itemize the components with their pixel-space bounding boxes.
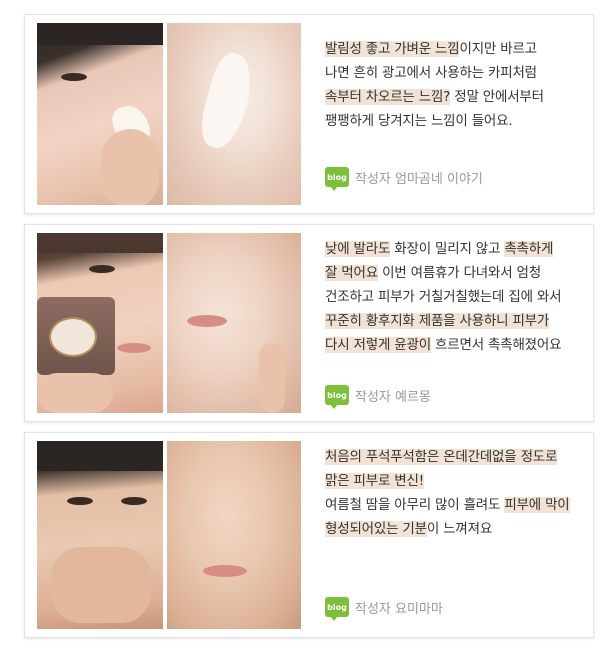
review-photo-skin [167, 23, 301, 205]
highlighted-text: 낮에 발라도 [325, 241, 391, 257]
review-text-span: 정말 안에서부터 [450, 89, 544, 105]
review-text-span: 이지만 바르고 [459, 41, 537, 57]
review-line: 다시 저렇게 윤광이 흐르면서 촉촉해졌어요 [325, 333, 583, 357]
review-line: 건조하고 피부가 거칠거칠했는데 집에 와서 [325, 285, 583, 309]
review-line: 여름철 땀을 아무리 많이 흘려도 피부에 막이 [325, 493, 583, 517]
review-text-span: 건조하고 피부가 거칠거칠했는데 집에 와서 [325, 289, 562, 305]
review-line: 발림성 좋고 가벼운 느낌이지만 바르고 [325, 37, 583, 61]
review-line: 낮에 발라도 화장이 밀리지 않고 촉촉하게 [325, 237, 583, 261]
review-text: 처음의 푸석푸석함은 온데간데없을 정도로 맑은 피부로 변신! 여름철 땀을 … [325, 445, 583, 541]
review-line: 처음의 푸석푸석함은 온데간데없을 정도로 [325, 445, 583, 469]
highlighted-text: 맑은 피부로 변신! [325, 473, 424, 489]
review-text-span: 팽팽하게 당겨지는 느낌이 들어요. [325, 113, 513, 129]
blog-icon: blog [325, 385, 349, 409]
highlighted-text: 다시 저렇게 윤광이 [325, 337, 431, 353]
review-text: 낮에 발라도 화장이 밀리지 않고 촉촉하게 잘 먹어요 이번 여름휴가 다녀와… [325, 237, 583, 357]
highlighted-text: 잘 먹어요 [325, 265, 378, 281]
review-card: 낮에 발라도 화장이 밀리지 않고 촉촉하게 잘 먹어요 이번 여름휴가 다녀와… [24, 224, 594, 422]
review-line: 맑은 피부로 변신! [325, 469, 583, 493]
blog-author[interactable]: blog 작성자 예르몽 [325, 385, 431, 409]
review-line: 꾸준히 황후지화 제품을 사용하니 피부가 [325, 309, 583, 333]
highlighted-text: 속부터 차오르는 느낌? [325, 89, 451, 105]
review-photo-face [37, 441, 163, 629]
review-photo-skin [167, 441, 301, 629]
review-text-span: 이 느껴져요 [426, 521, 493, 537]
author-name: 작성자 엄마곰네 이야기 [355, 171, 483, 187]
review-line: 잘 먹어요 이번 여름휴가 다녀와서 엄청 [325, 261, 583, 285]
review-card: 처음의 푸석푸석함은 온데간데없을 정도로 맑은 피부로 변신! 여름철 땀을 … [24, 432, 594, 638]
review-line: 나면 흔히 광고에서 사용하는 카피처럼 [325, 61, 583, 85]
review-photo-face [37, 233, 163, 413]
blog-icon: blog [325, 597, 349, 621]
review-card: 발림성 좋고 가벼운 느낌이지만 바르고 나면 흔히 광고에서 사용하는 카피처… [24, 14, 594, 214]
highlighted-text: 처음의 푸석푸석함은 온데간데없을 정도로 [325, 449, 558, 465]
blog-icon: blog [325, 167, 349, 191]
review-text-span: 여름철 땀을 아무리 많이 흘려도 [325, 497, 505, 513]
review-text-span: 이번 여름휴가 다녀와서 엄청 [377, 265, 541, 281]
author-name: 작성자 예르몽 [355, 389, 431, 405]
review-text-span: 나면 흔히 광고에서 사용하는 카피처럼 [325, 65, 537, 81]
highlighted-text: 형성되어있는 기분 [325, 521, 427, 537]
review-line: 팽팽하게 당겨지는 느낌이 들어요. [325, 109, 583, 133]
review-line: 형성되어있는 기분이 느껴져요 [325, 517, 583, 541]
highlighted-text: 꾸준히 황후지화 제품을 사용하니 피부가 [325, 313, 550, 329]
review-text-span: 화장이 밀리지 않고 [390, 241, 505, 257]
highlighted-text: 피부에 막이 [504, 497, 570, 513]
blog-author[interactable]: blog 작성자 요미마마 [325, 597, 443, 621]
review-text: 발림성 좋고 가벼운 느낌이지만 바르고 나면 흔히 광고에서 사용하는 카피처… [325, 37, 583, 133]
review-photo-face [37, 23, 163, 205]
blog-author[interactable]: blog 작성자 엄마곰네 이야기 [325, 167, 483, 191]
review-photo-skin [167, 233, 301, 413]
author-name: 작성자 요미마마 [355, 601, 443, 617]
review-text-span: 흐르면서 촉촉해졌어요 [430, 337, 562, 353]
highlighted-text: 촉촉하게 [504, 241, 554, 257]
review-line: 속부터 차오르는 느낌? 정말 안에서부터 [325, 85, 583, 109]
highlighted-text: 발림성 좋고 가벼운 느낌 [325, 41, 460, 57]
